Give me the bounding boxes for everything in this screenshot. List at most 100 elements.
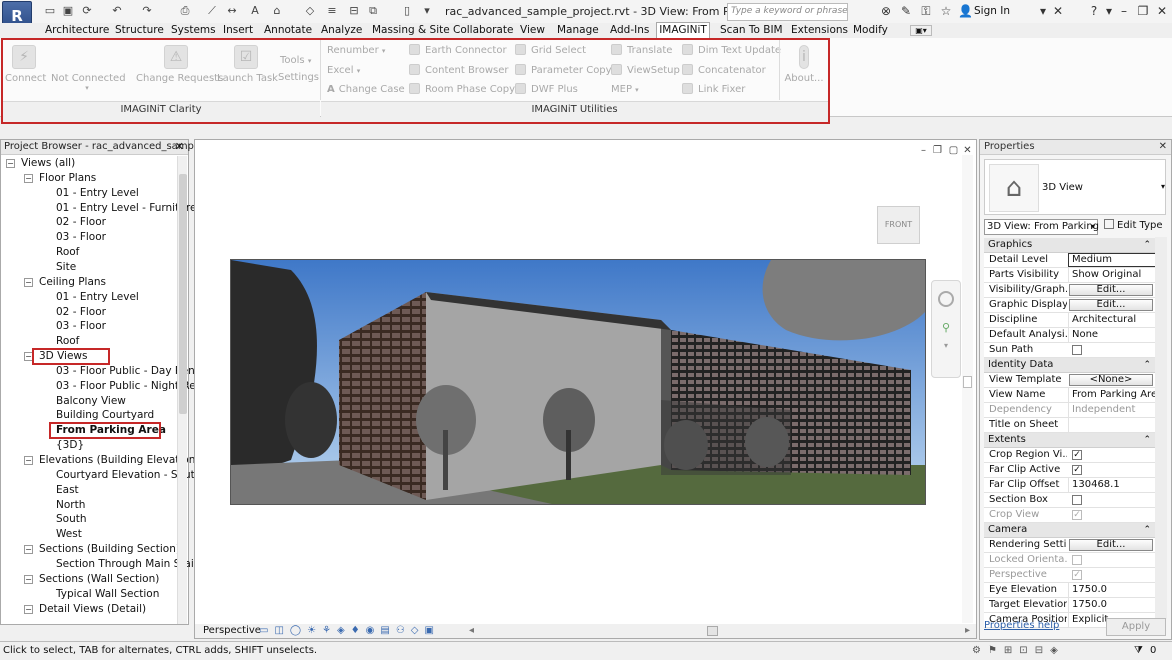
sign-in-link[interactable]: Sign In [974, 5, 1010, 17]
tree-item[interactable]: East [56, 483, 79, 498]
properties-help-link[interactable]: Properties help [984, 620, 1059, 631]
scrollbar-thumb[interactable] [707, 626, 718, 636]
tab-add-ins[interactable]: Add-Ins [610, 23, 649, 38]
property-value[interactable]: 1750.0 [1068, 598, 1156, 612]
collapse-toggle-icon[interactable]: − [24, 574, 33, 584]
collapse-toggle-icon[interactable]: − [6, 159, 15, 168]
property-group-header[interactable]: Identity Data ⌃ [984, 358, 1157, 373]
print-icon[interactable]: ⎙ [178, 4, 192, 18]
tree-item[interactable]: North [56, 498, 85, 513]
tree-item[interactable]: Ceiling Plans [39, 275, 106, 290]
undo-icon[interactable]: ↶ [110, 4, 124, 18]
selection-control-icons[interactable]: ⚙⚑⊞⊡⊟◈ [972, 642, 1065, 659]
tab-structure[interactable]: Structure [115, 23, 164, 38]
zoom-icon[interactable]: ⚲ [939, 321, 953, 335]
property-edit-button[interactable]: Edit... [1069, 539, 1153, 551]
restore-view-icon[interactable]: ❐ [932, 146, 943, 157]
view-vertical-scrollbar[interactable] [962, 155, 973, 623]
viewsetup-button[interactable]: ViewSetup [611, 64, 680, 78]
tab-analyze[interactable]: Analyze [321, 23, 362, 38]
collapse-toggle-icon[interactable]: − [24, 456, 33, 465]
property-group-header[interactable]: Camera ⌃ [984, 523, 1157, 538]
close-hidden-icon[interactable]: ⊟ [347, 4, 361, 18]
tree-item[interactable]: Detail Views (Detail) [39, 602, 146, 617]
parameter-copy-button[interactable]: Parameter Copy [515, 64, 612, 78]
excel-dropdown[interactable]: Excel ▾ [327, 64, 360, 78]
not-connected-button[interactable]: Not Connected ▾ [51, 45, 126, 92]
scrollbar-thumb[interactable] [179, 174, 187, 414]
property-edit-button[interactable]: Edit... [1069, 284, 1153, 296]
dwf-plus-button[interactable]: DWF Plus [515, 83, 578, 97]
property-checkbox[interactable]: ✓ [1072, 450, 1082, 460]
apply-button[interactable]: Apply [1106, 618, 1166, 636]
close-icon[interactable]: ✕ [1159, 140, 1167, 154]
tree-item[interactable]: 03 - Floor [56, 319, 106, 334]
ribbon-options-icon[interactable]: ▣▾ [910, 25, 932, 36]
help-icon[interactable]: ? [1087, 4, 1101, 18]
tab-annotate[interactable]: Annotate [264, 23, 312, 38]
tree-item[interactable]: Views (all) [21, 156, 75, 171]
change-requests-button[interactable]: ⚠ Change Requests [136, 45, 223, 84]
property-value[interactable]: Show Original [1068, 268, 1156, 282]
mep-dropdown[interactable]: MEP ▾ [611, 83, 639, 97]
tab-view[interactable]: View [520, 23, 545, 38]
collapse-icon[interactable]: ⌃ [1143, 358, 1151, 372]
exchange-apps-icon[interactable]: ✕ [1051, 4, 1065, 18]
section-icon[interactable]: ◇ [303, 4, 317, 18]
account-dropdown-icon[interactable]: ▾ [1036, 4, 1050, 18]
property-value[interactable]: From Parking Area [1068, 388, 1156, 402]
search-input[interactable]: Type a keyword or phrase [727, 3, 848, 21]
collapse-icon[interactable]: ⌃ [1143, 523, 1151, 537]
earth-connector-button[interactable]: Earth Connector [409, 44, 507, 58]
grid-select-button[interactable]: Grid Select [515, 44, 586, 58]
maximize-view-icon[interactable]: ▢ [948, 146, 959, 157]
steering-wheel-icon[interactable] [938, 291, 954, 307]
change-case-button[interactable]: A Change Case [327, 83, 405, 97]
about-button[interactable]: i About... [783, 45, 825, 84]
collapse-toggle-icon[interactable]: − [24, 277, 33, 287]
edit-type-button[interactable]: Edit Type [1104, 219, 1163, 233]
viewcube[interactable]: FRONT [877, 206, 920, 244]
tree-item[interactable]: Elevations (Building Elevation) [39, 453, 199, 468]
collapse-icon[interactable]: ⌃ [1143, 238, 1151, 252]
text-icon[interactable]: A [248, 4, 262, 18]
property-group-header[interactable]: Graphics ⌃ [984, 238, 1157, 253]
property-value[interactable]: 130468.1 [1068, 478, 1156, 492]
property-checkbox[interactable] [1072, 495, 1082, 505]
scrollbar-thumb[interactable] [963, 376, 972, 388]
tab-insert[interactable]: Insert [223, 23, 253, 38]
help-dropdown-icon[interactable]: ▾ [1102, 4, 1116, 18]
3d-view-icon[interactable]: ⌂ [270, 4, 284, 18]
tree-item[interactable]: 02 - Floor [56, 215, 106, 230]
scroll-left-icon[interactable]: ◂ [469, 624, 474, 638]
view-mode-label[interactable]: Perspective [203, 624, 261, 638]
scroll-right-icon[interactable]: ▸ [965, 624, 970, 638]
open-icon[interactable]: ▭ [43, 4, 57, 18]
tab-collaborate[interactable]: Collaborate [453, 23, 513, 38]
tree-item[interactable]: Typical Wall Section [56, 587, 159, 602]
launch-task-button[interactable]: ☑ Launch Task [217, 45, 278, 84]
thin-lines-icon[interactable]: ≡ [325, 4, 339, 18]
view-control-icons[interactable]: ▭◫◯☀⚘◈♦◉▤⚇◇▣ [259, 624, 440, 638]
property-edit-button[interactable]: Edit... [1069, 299, 1153, 311]
tree-item[interactable]: 03 - Floor [56, 230, 106, 245]
properties-scrollbar[interactable] [1155, 237, 1167, 619]
filter-icon[interactable]: ⧩ [1134, 642, 1143, 659]
tree-item[interactable]: 01 - Entry Level [56, 290, 139, 305]
tree-item[interactable]: Site [56, 260, 76, 275]
tree-item[interactable]: 02 - Floor [56, 305, 106, 320]
ribbon-toggle-icon[interactable]: ▯ [400, 4, 414, 18]
tree-item[interactable]: Sections (Wall Section) [39, 572, 159, 587]
tree-item[interactable]: Roof [56, 245, 79, 260]
type-selector-preview[interactable]: ⌂ 3D View ▾ [984, 159, 1166, 215]
link-fixer-button[interactable]: Link Fixer [682, 83, 745, 97]
property-value[interactable]: None [1068, 328, 1156, 342]
close-window-icon[interactable]: ✕ [1155, 4, 1169, 18]
building-3d-render[interactable] [230, 259, 926, 505]
save-icon[interactable]: ▣ [61, 4, 75, 18]
user-icon[interactable]: 👤 [958, 4, 973, 18]
property-checkbox[interactable] [1072, 345, 1082, 355]
tab-modify[interactable]: Modify [853, 23, 888, 38]
property-checkbox[interactable]: ✓ [1072, 465, 1082, 475]
tree-item[interactable]: Floor Plans [39, 171, 96, 186]
